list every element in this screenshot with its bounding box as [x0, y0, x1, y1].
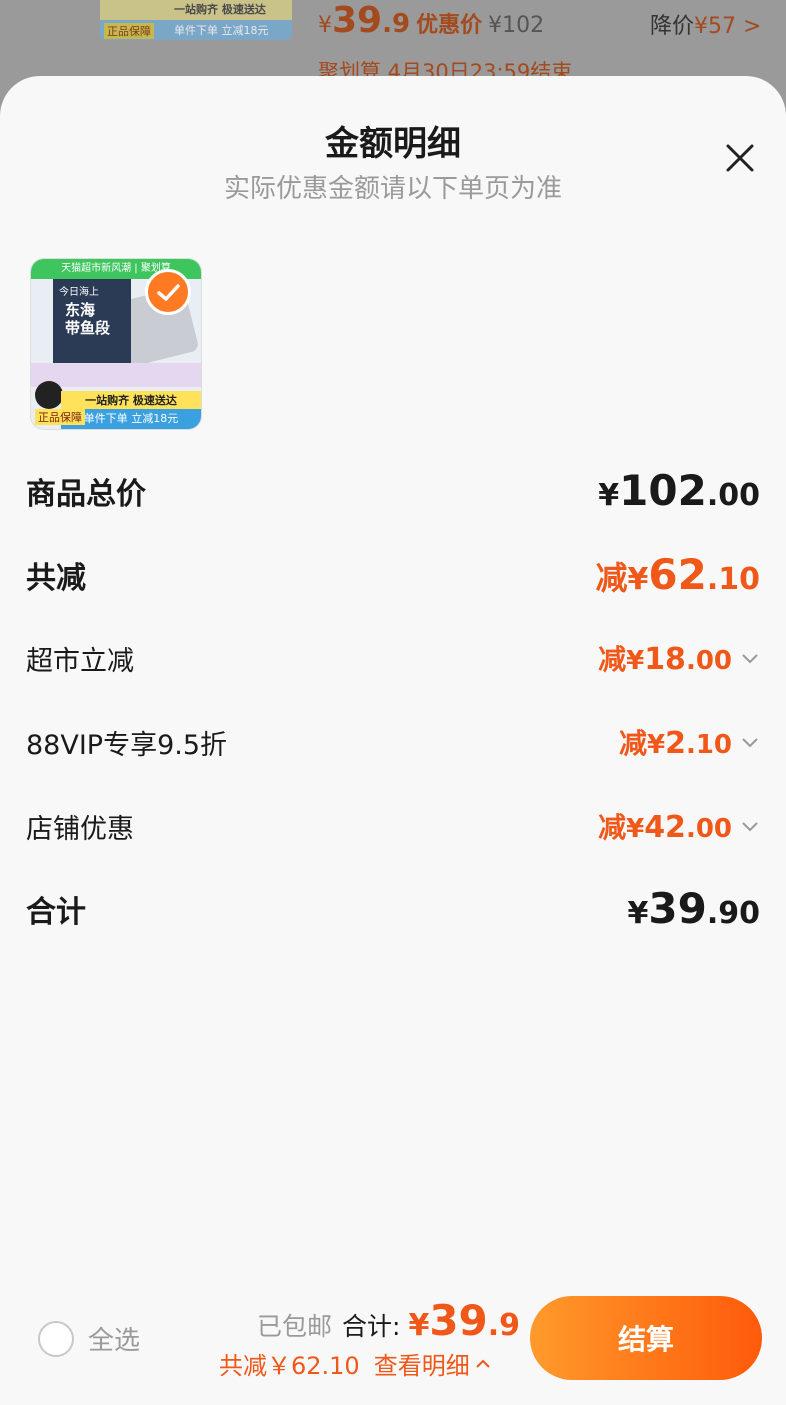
product-promo-1: 一站购齐 极速送达 [61, 391, 201, 411]
product-badge: 正品保障 [35, 409, 85, 425]
chevron-down-icon[interactable] [740, 732, 760, 752]
sheet-title: 金额明细 [325, 124, 461, 164]
amount-dec: .00 [685, 814, 732, 844]
amount-int: 18 [644, 642, 686, 677]
row-label: 超市立减 [26, 645, 134, 677]
checkout-button[interactable]: 结算 [530, 1296, 762, 1380]
chevron-right-icon: > [743, 14, 762, 39]
amount-dec: .00 [706, 478, 760, 513]
chevron-down-icon[interactable] [740, 816, 760, 836]
amount-currency: ¥ [598, 478, 620, 513]
amount-dec: .10 [685, 730, 732, 760]
background-drop-value: ¥57 [694, 14, 737, 39]
chevron-up-icon [476, 1359, 490, 1368]
sheet-subtitle: 实际优惠金额请以下单页为准 [223, 174, 562, 204]
amount-int: 39 [648, 884, 707, 933]
row-amount: ¥39.90 [628, 884, 760, 933]
select-all-label: 全选 [88, 1326, 141, 1356]
background-price-drop: 降价¥57 > [650, 8, 761, 40]
background-product-thumbnail: 正品保障 一站购齐 极速送达 单件下单 立减18元 [100, 0, 292, 40]
row-store-discount[interactable]: 店铺优惠 减 ¥42.00 [26, 806, 760, 846]
row-supermarket-discount[interactable]: 超市立减 减 ¥18.00 [26, 638, 760, 678]
product-name: 东海 带鱼段 [65, 301, 111, 337]
view-detail-link[interactable]: 查看明细 [374, 1346, 492, 1381]
select-all-toggle[interactable]: 全选 [38, 1320, 140, 1357]
row-subtotal: 商品总价 ¥102.00 [26, 466, 760, 515]
close-icon[interactable] [720, 138, 760, 178]
row-label: 商品总价 [26, 476, 146, 512]
background-price-label: 优惠价 [416, 13, 483, 38]
background-price-dec: .9 [382, 9, 411, 39]
amount-currency: ¥ [626, 646, 645, 676]
amount-prefix: 减 [595, 559, 628, 597]
amount-dec: .10 [706, 562, 760, 597]
row-label: 共减 [26, 560, 86, 596]
row-amount: 减 ¥2.10 [619, 722, 760, 762]
row-label: 合计 [26, 894, 86, 930]
amount-detail-sheet: 金额明细 实际优惠金额请以下单页为准 天猫超市新风潮 | 聚划算 今日海上 东海… [0, 76, 786, 1405]
row-amount: 减 ¥62.10 [596, 550, 761, 599]
product-brand: 今日海上 [59, 287, 99, 298]
amount-currency: ¥ [626, 814, 645, 844]
chevron-down-icon[interactable] [740, 648, 760, 668]
view-detail-label: 查看明细 [373, 1352, 470, 1380]
savings-text: 共减￥62.10 [219, 1352, 360, 1380]
amount-currency: ¥ [646, 730, 666, 760]
row-total-savings: 共减 减 ¥62.10 [26, 550, 760, 599]
product-label-box: 今日海上 东海 带鱼段 [53, 279, 131, 363]
shipping-status: 已包邮 [257, 1312, 333, 1341]
total-int: 39 [429, 1296, 488, 1345]
total-dec: .9 [487, 1308, 521, 1343]
background-price-int: 39 [332, 0, 383, 41]
background-thumb-line1: 一站购齐 极速送达 [174, 3, 266, 16]
amount-prefix: 减 [598, 643, 627, 676]
background-original-price: ¥102 [488, 13, 545, 38]
amount-prefix: 减 [618, 727, 647, 760]
row-amount: 减 ¥42.00 [598, 806, 760, 846]
amount-dec: .90 [706, 896, 760, 931]
row-label: 店铺优惠 [26, 813, 134, 845]
background-thumb-line2: 单件下单 立减18元 [174, 24, 269, 37]
amount-dec: .00 [685, 646, 732, 676]
savings-line: 共减￥62.10 查看明细 [219, 1346, 492, 1381]
amount-int: 62 [648, 550, 707, 599]
selected-check-icon[interactable] [145, 269, 191, 315]
background-price-currency: ¥ [318, 13, 332, 38]
row-88vip-discount[interactable]: 88VIP专享9.5折 减 ¥2.10 [26, 722, 760, 762]
background-drop-label: 降价 [650, 14, 695, 39]
amount-prefix: 减 [598, 811, 627, 844]
amount-currency: ¥ [627, 562, 649, 597]
tmall-cat-icon [35, 381, 63, 409]
background-thumb-badge: 正品保障 [104, 23, 154, 39]
amount-int: 102 [619, 466, 707, 515]
total-label: 合计: [342, 1312, 401, 1341]
row-label: 88VIP专享9.5折 [26, 729, 228, 761]
amount-int: 42 [644, 810, 686, 845]
background-price: ¥ 39 .9 优惠价 ¥102 [318, 0, 544, 44]
amount-int: 2 [665, 726, 686, 761]
bottom-total: 已包邮 合计: ¥39.9 [257, 1296, 520, 1345]
amount-currency: ¥ [627, 896, 649, 931]
row-grand-total: 合计 ¥39.90 [26, 884, 760, 933]
row-amount: 减 ¥18.00 [598, 638, 760, 678]
total-currency: ¥ [408, 1308, 430, 1343]
row-amount: ¥102.00 [598, 466, 760, 515]
select-all-radio[interactable] [38, 1320, 74, 1357]
